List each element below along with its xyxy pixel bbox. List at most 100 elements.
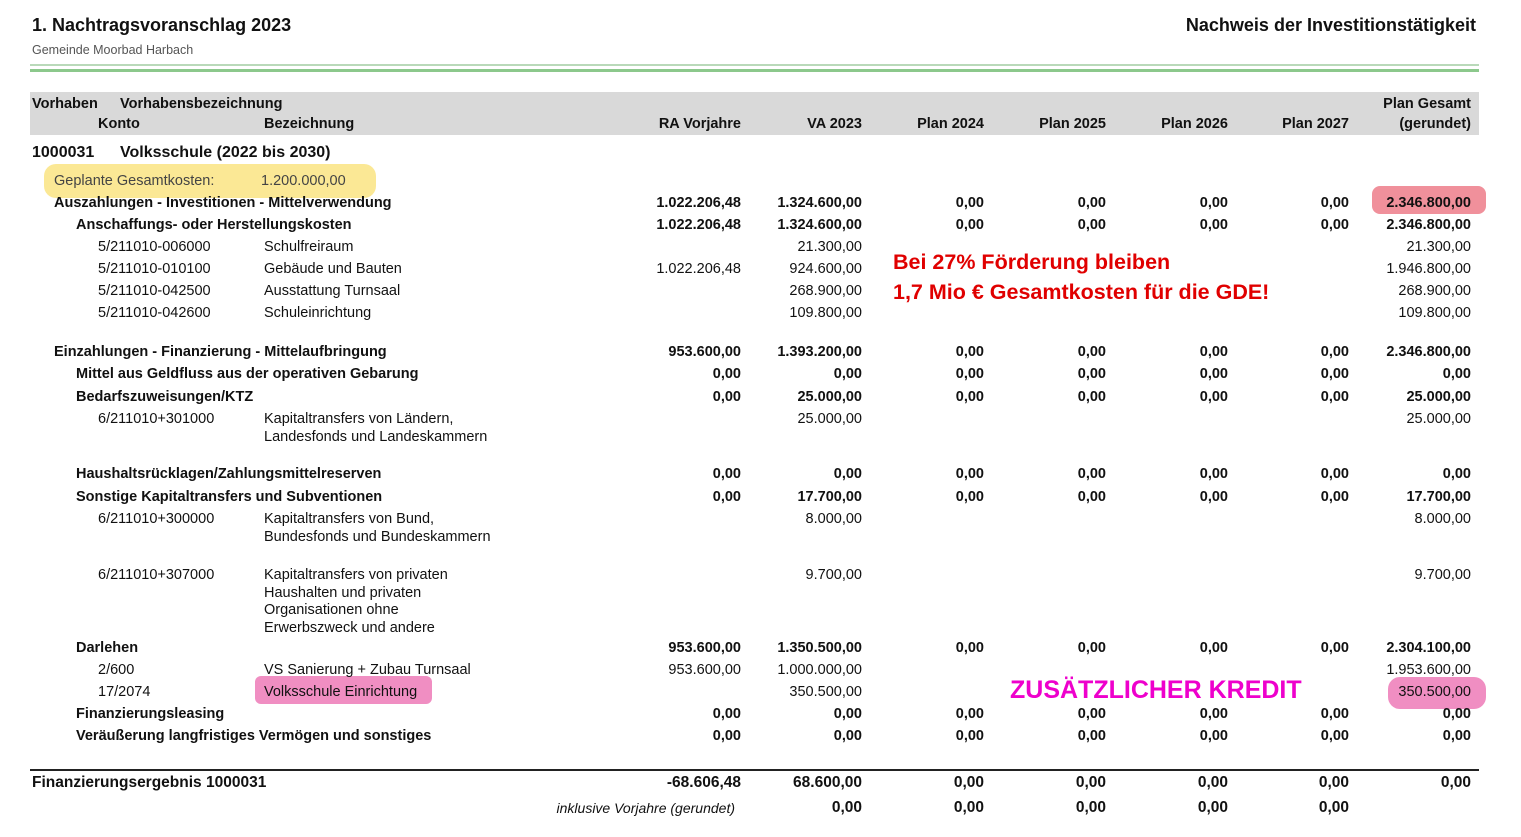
konto-cell: 6/211010+307000 xyxy=(98,567,215,583)
value-va-2023: 1.324.600,00 xyxy=(777,217,862,233)
value-plan-2027: 0,00 xyxy=(1320,389,1349,405)
value-plan-2026: 0,00 xyxy=(1199,344,1228,360)
table-row: Finanzierungsleasing 0,00 0,00 0,00 0,00 0,00… xyxy=(0,706,1521,726)
value-plan-2024: 0,00 xyxy=(955,706,984,722)
value-plan-2025: 0,00 xyxy=(1077,344,1106,360)
value-plan-2027: 0,00 xyxy=(1320,195,1349,211)
value-va-2023: 0,00 xyxy=(833,728,862,744)
value-ra-vorjahre: 953.600,00 xyxy=(668,662,741,678)
value-ra-vorjahre: 0,00 xyxy=(712,489,741,505)
incl-plan-2024: 0,00 xyxy=(953,799,984,816)
value-plan-2024: 0,00 xyxy=(955,366,984,382)
value-plan-gesamt: 0,00 xyxy=(1442,706,1471,722)
value-plan-2026: 0,00 xyxy=(1199,195,1228,211)
value-plan-2025: 0,00 xyxy=(1077,640,1106,656)
group-label: Einzahlungen - Finanzierung - Mittelaufb… xyxy=(54,344,387,360)
table-row: Mittel aus Geldfluss aus der operativen … xyxy=(0,366,1521,386)
value-va-2023: 9.700,00 xyxy=(805,567,862,583)
value-ra-vorjahre: 0,00 xyxy=(712,389,741,405)
result-plan-2025: 0,00 xyxy=(1075,774,1106,791)
value-plan-gesamt: 21.300,00 xyxy=(1406,239,1471,255)
col-plan-2025: Plan 2025 xyxy=(1039,116,1106,132)
value-plan-2025: 0,00 xyxy=(1077,389,1106,405)
value-plan-2024: 0,00 xyxy=(955,640,984,656)
value-va-2023: 25.000,00 xyxy=(797,389,862,405)
value-ra-vorjahre: 1.022.206,48 xyxy=(656,261,741,277)
value-ra-vorjahre: 0,00 xyxy=(712,366,741,382)
value-plan-gesamt: 2.304.100,00 xyxy=(1386,640,1471,656)
value-plan-2026: 0,00 xyxy=(1199,217,1228,233)
group-label: Finanzierungsleasing xyxy=(76,706,225,722)
value-plan-2025: 0,00 xyxy=(1077,706,1106,722)
konto-cell: 5/211010-042500 xyxy=(98,283,211,299)
value-plan-2026: 0,00 xyxy=(1199,640,1228,656)
konto-cell: 5/211010-042600 xyxy=(98,305,211,321)
table-row: 5/211010-042600 Schuleinrichtung 109.800,0… xyxy=(0,305,1521,325)
municipality-name: Gemeinde Moorbad Harbach xyxy=(32,43,194,57)
value-plan-2026: 0,00 xyxy=(1199,728,1228,744)
value-plan-gesamt: 109.800,00 xyxy=(1398,305,1471,321)
value-plan-gesamt: 8.000,00 xyxy=(1414,511,1471,527)
value-plan-2024: 0,00 xyxy=(955,195,984,211)
konto-cell: 2/600 xyxy=(98,662,135,678)
project-id: 1000031 xyxy=(32,144,95,161)
value-plan-2027: 0,00 xyxy=(1320,640,1349,656)
value-plan-gesamt: 1.953.600,00 xyxy=(1386,662,1471,678)
planned-cost-label: Geplante Gesamtkosten: xyxy=(54,173,215,189)
value-plan-2026: 0,00 xyxy=(1199,389,1228,405)
value-va-2023: 0,00 xyxy=(833,706,862,722)
col-plan-2024: Plan 2024 xyxy=(917,116,984,132)
konto-cell: 6/211010+300000 xyxy=(98,511,215,527)
group-label: Mittel aus Geldfluss aus der operativen … xyxy=(76,366,419,382)
table-row: Darlehen 953.600,00 1.350.500,00 0,00 0,00 0,… xyxy=(0,640,1521,660)
red-annotation-line-2: 1,7 Mio € Gesamtkosten für die GDE! xyxy=(893,280,1270,304)
konto-cell: 5/211010-006000 xyxy=(98,239,211,255)
value-plan-2026: 0,00 xyxy=(1199,466,1228,482)
konto-cell: 17/2074 xyxy=(98,684,151,700)
value-plan-gesamt: 0,00 xyxy=(1442,728,1471,744)
col-ra-vorjahre: RA Vorjahre xyxy=(658,116,741,132)
table-row: Bedarfszuweisungen/KTZ 0,00 25.000,00 0,00 0… xyxy=(0,389,1521,409)
value-plan-2027: 0,00 xyxy=(1320,217,1349,233)
value-plan-gesamt: 0,00 xyxy=(1442,366,1471,382)
value-plan-2025: 0,00 xyxy=(1077,489,1106,505)
value-plan-2027: 0,00 xyxy=(1320,489,1349,505)
document-title: 1. Nachtragsvoranschlag 2023 xyxy=(32,15,292,35)
value-va-2023: 1.000.000,00 xyxy=(777,662,862,678)
value-va-2023: 924.600,00 xyxy=(789,261,862,277)
value-plan-2024: 0,00 xyxy=(955,217,984,233)
table-row: 6/211010+307000 Kapitaltransfers von priv… xyxy=(0,567,1521,636)
konto-cell: 6/211010+301000 xyxy=(98,411,215,427)
group-label: Haushaltsrücklagen/Zahlungsmittelreserve… xyxy=(76,466,382,482)
value-plan-2026: 0,00 xyxy=(1199,366,1228,382)
col-vorhabensbezeichnung: Vorhabensbezeichnung xyxy=(120,96,283,112)
value-ra-vorjahre: 953.600,00 xyxy=(668,344,741,360)
col-bezeichnung: Bezeichnung xyxy=(264,116,355,132)
table-row: Anschaffungs- oder Herstellungskosten 1.0… xyxy=(0,217,1521,237)
value-plan-2024: 0,00 xyxy=(955,728,984,744)
value-va-2023: 25.000,00 xyxy=(797,411,862,427)
table-row: 6/211010+301000 Kapitaltransfers von Länd… xyxy=(0,411,1521,445)
value-plan-2027: 0,00 xyxy=(1320,344,1349,360)
value-plan-gesamt: 350.500,00 xyxy=(1398,684,1471,700)
value-plan-gesamt: 2.346.800,00 xyxy=(1386,195,1471,211)
account-label: VS Sanierung + Zubau Turnsaal xyxy=(264,662,471,678)
value-plan-2026: 0,00 xyxy=(1199,489,1228,505)
value-plan-gesamt: 2.346.800,00 xyxy=(1386,344,1471,360)
group-label: Bedarfszuweisungen/KTZ xyxy=(76,389,254,405)
value-ra-vorjahre: 1.022.206,48 xyxy=(656,217,741,233)
col-plan-2026: Plan 2026 xyxy=(1161,116,1228,132)
value-ra-vorjahre: 0,00 xyxy=(712,728,741,744)
result-plan-gesamt: 0,00 xyxy=(1440,774,1471,791)
account-label: Gebäude und Bauten xyxy=(264,261,402,277)
report-title: Nachweis der Investitionstätigkeit xyxy=(1185,15,1476,35)
incl-plan-2027: 0,00 xyxy=(1318,799,1349,816)
account-label: Kapitaltransfers von Bund, Bundesfonds u… xyxy=(264,511,491,545)
value-va-2023: 1.350.500,00 xyxy=(777,640,862,656)
result-separator xyxy=(30,769,1479,771)
planned-cost-value: 1.200.000,00 xyxy=(261,173,346,189)
account-label: Schulfreiraum xyxy=(264,239,354,255)
incl-plan-2026: 0,00 xyxy=(1197,799,1228,816)
value-ra-vorjahre: 1.022.206,48 xyxy=(656,195,741,211)
table-row: 6/211010+300000 Kapitaltransfers von Bund… xyxy=(0,511,1521,545)
